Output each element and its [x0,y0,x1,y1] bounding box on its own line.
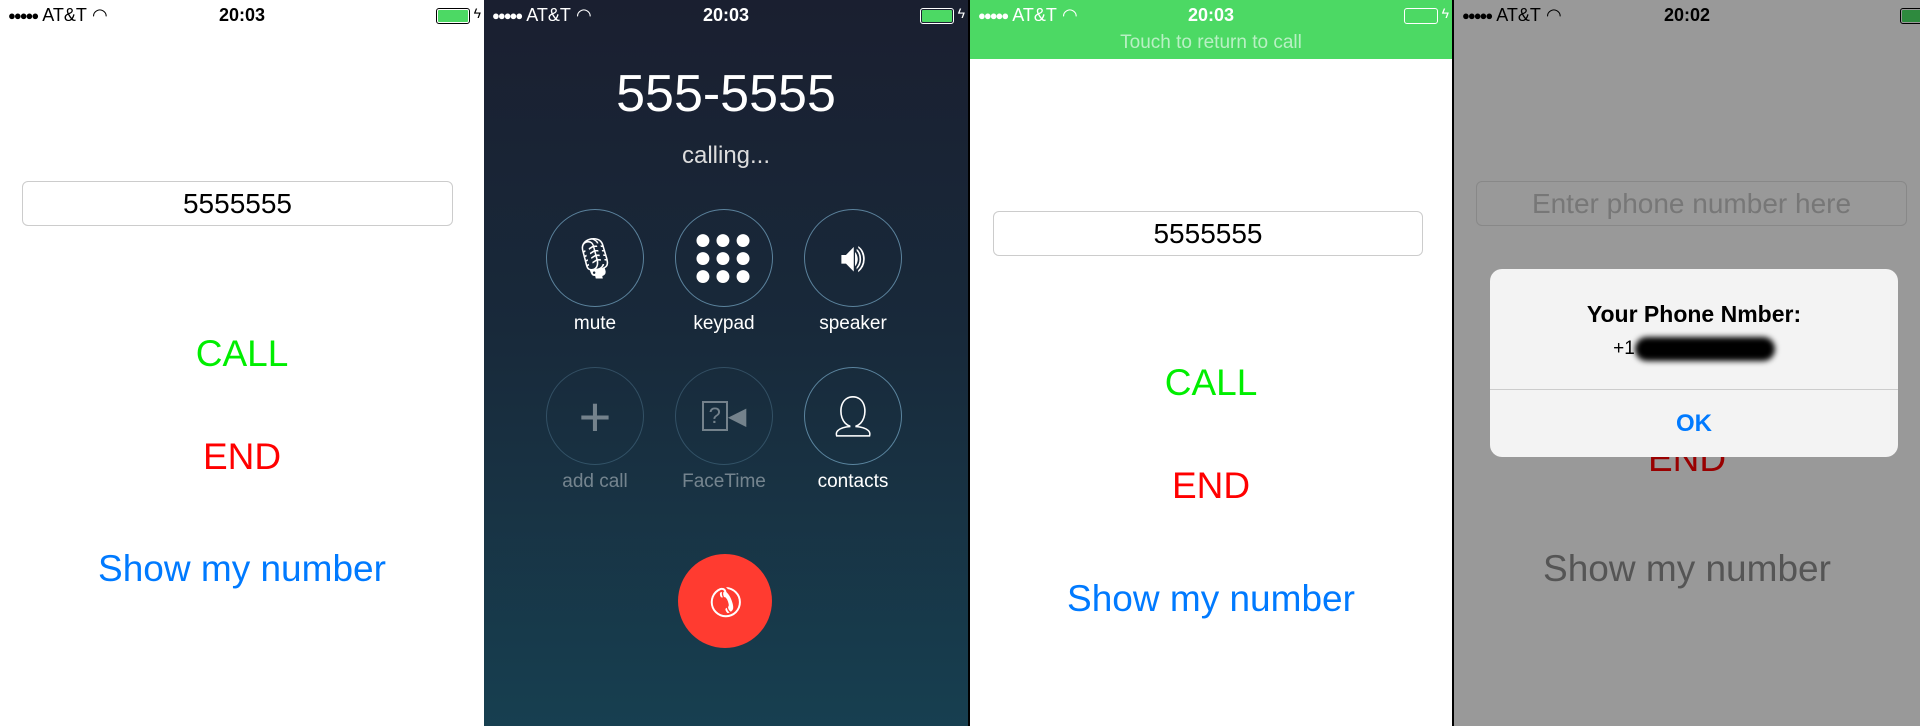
show-number-button[interactable]: Show my number [1454,548,1920,590]
show-number-button[interactable]: Show my number [970,578,1452,620]
speaker-label: speaker [819,313,887,334]
add-call-label: add call [562,471,628,492]
dialed-number: 555-5555 [616,65,836,123]
status-bar: ●●●●● AT&T ◠ 20:02 [1454,0,1920,30]
facetime-button[interactable]: ? ◀ [675,367,773,465]
redacted-number [1634,337,1775,361]
ok-button[interactable]: OK [1490,390,1898,457]
status-bar: ●●●●● AT&T ◠ 20:03 ϟ [484,0,968,30]
clock: 20:03 [218,5,266,25]
call-button[interactable]: CALL [970,362,1452,404]
alert-message: +1 [1490,337,1898,361]
alert-dialog: Your Phone Nmber: +1 OK [1490,269,1898,457]
end-button[interactable]: END [970,465,1452,507]
phone-input[interactable]: 5555555 [22,181,453,226]
contacts-button[interactable]: 👤︎ [804,367,902,465]
clock: 20:02 [1663,5,1711,25]
battery-icon [1900,8,1920,24]
battery-icon [1404,8,1438,24]
screen-app-in-call: ●●●●● AT&T ◠ 20:03 ϟ Touch to return to ca… [970,0,1452,726]
mic-off-icon: 🎙︎ [569,236,621,281]
keypad-icon: ●●● ●●● ●●● [693,223,755,292]
mute-button[interactable]: 🎙︎ [546,209,644,307]
charging-icon: ϟ [957,5,965,21]
contacts-label: contacts [817,471,889,492]
end-call-button[interactable]: ✆ [678,554,772,648]
facetime-icon: ? [701,401,728,431]
phone-input[interactable]: 5555555 [993,211,1423,256]
phone-input[interactable]: Enter phone number here [1476,181,1907,226]
battery-icon [436,8,470,24]
status-bar: ●●●●● AT&T ◠ 20:03 ϟ [0,0,484,30]
hangup-icon: ✆ [697,573,753,629]
screen-alert: ●●●●● AT&T ◠ 20:02 Enter phone number here… [1454,0,1920,726]
add-call-button[interactable]: + [546,367,644,465]
alert-title: Your Phone Nmber: [1586,301,1802,327]
call-status: calling... [681,142,771,169]
show-number-button[interactable]: Show my number [0,548,484,590]
facetime-label: FaceTime [682,471,766,492]
contact-icon: 👤︎ [827,394,879,439]
clock: 20:03 [1187,5,1235,25]
call-button[interactable]: CALL [0,333,484,375]
speaker-button[interactable]: 🔊︎ [804,209,902,307]
keypad-button[interactable]: ●●● ●●● ●●● [675,209,773,307]
number-prefix: +1 [1613,338,1635,360]
return-to-call-banner[interactable]: ●●●●● AT&T ◠ 20:03 ϟ Touch to return to ca… [970,0,1452,59]
banner-text: Touch to return to call [1120,32,1302,53]
end-button[interactable]: END [0,436,484,478]
screen-app-idle: ●●●●● AT&T ◠ 20:03 ϟ 5555555 CALL END Show… [0,0,484,726]
speaker-icon: 🔊︎ [840,235,866,280]
clock: 20:03 [702,5,750,25]
charging-icon: ϟ [1441,5,1449,21]
charging-icon: ϟ [473,5,481,21]
keypad-label: keypad [693,313,755,334]
screen-calling: ●●●●● AT&T ◠ 20:03 ϟ 555-5555 calling... 🎙… [484,0,968,726]
battery-icon [920,8,954,24]
plus-icon: + [578,384,612,448]
mute-label: mute [573,313,617,334]
status-bar: ●●●●● AT&T ◠ 20:03 ϟ [970,0,1452,30]
